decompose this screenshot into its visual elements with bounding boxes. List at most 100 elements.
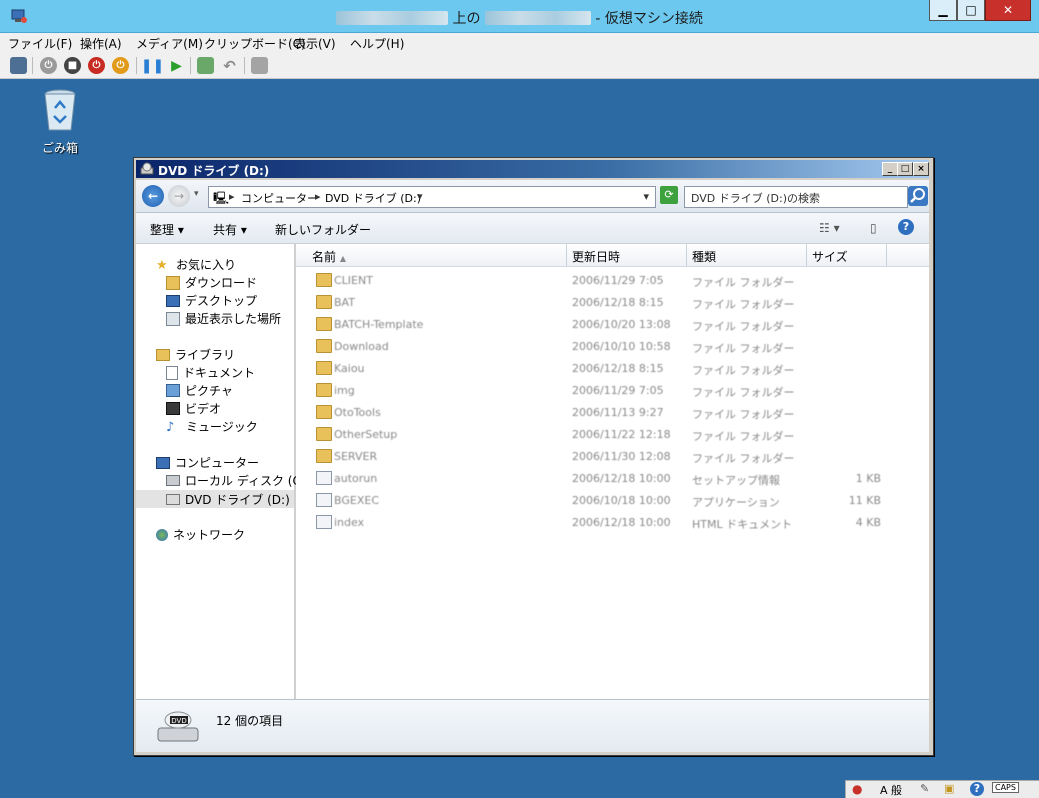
menu-view[interactable]: 表示(V) [294, 35, 336, 52]
help-icon[interactable]: ? [898, 219, 914, 235]
breadcrumb-drive[interactable]: DVD ドライブ (D:) [325, 190, 421, 206]
column-name[interactable]: 名前 ▲ [312, 248, 346, 265]
search-icon[interactable] [908, 186, 928, 206]
file-modified: 2006/12/18 8:15 [572, 362, 664, 375]
explorer-minimize-button[interactable]: _ [882, 162, 898, 176]
nav-videos[interactable]: ビデオ [166, 400, 221, 417]
file-modified: 2006/11/30 12:08 [572, 450, 671, 463]
caps-lock-indicator: CAPS [992, 782, 1019, 793]
address-dropdown-icon[interactable]: ▾ [643, 190, 649, 203]
nav-dvd-drive[interactable]: DVD ドライブ (D:) [136, 490, 294, 508]
file-size: 11 KB [848, 494, 881, 507]
file-row[interactable]: autorun 2006/12/18 10:00 セットアップ情報 1 KB [296, 468, 929, 490]
file-row[interactable]: BATCH-Template 2006/10/20 13:08 ファイル フォルダー [296, 314, 929, 336]
menu-file[interactable]: ファイル(F) [8, 35, 72, 52]
minimize-button[interactable]: ▁ [929, 0, 957, 21]
downloads-folder-icon [166, 275, 180, 290]
dvd-drive-icon [140, 162, 154, 175]
computer-icon [156, 456, 170, 469]
file-name: SERVER [334, 450, 378, 463]
nav-network[interactable]: ネットワーク [156, 526, 245, 543]
power-icon[interactable]: ⏻ [112, 57, 129, 74]
explorer-maximize-button[interactable]: □ [897, 162, 913, 176]
start-icon[interactable]: ⏻ [40, 57, 57, 74]
file-modified: 2006/10/18 10:00 [572, 494, 671, 507]
menu-clipboard[interactable]: クリップボード(C) [204, 35, 306, 52]
folder-icon [316, 273, 332, 287]
file-row[interactable]: Kaiou 2006/12/18 8:15 ファイル フォルダー [296, 358, 929, 380]
address-bar-row: ← → ▾ 🖳 ▸ コンピューター ▸ DVD ドライブ (D:) ▾ ▾ ⟳ … [136, 180, 929, 213]
ime-mode[interactable]: A 般 [880, 782, 902, 798]
checkpoint-icon[interactable] [197, 57, 214, 74]
forward-button[interactable]: → [168, 185, 190, 207]
nav-desktop[interactable]: デスクトップ [166, 292, 257, 309]
folder-icon [316, 405, 332, 419]
organize-button[interactable]: 整理 ▾ [150, 221, 184, 238]
nav-local-disk[interactable]: ローカル ディスク (C:) [166, 472, 310, 489]
search-input[interactable]: DVD ドライブ (D:)の検索 [684, 186, 908, 208]
recent-places-icon [166, 311, 180, 326]
file-size: 4 KB [855, 516, 881, 529]
file-type: ファイル フォルダー [692, 298, 795, 311]
nav-documents[interactable]: ドキュメント [166, 364, 255, 381]
recent-pages-dropdown-icon[interactable]: ▾ [194, 189, 199, 199]
file-row[interactable]: SERVER 2006/11/30 12:08 ファイル フォルダー [296, 446, 929, 468]
nav-downloads[interactable]: ダウンロード [166, 274, 257, 291]
nav-libraries[interactable]: ライブラリ [156, 346, 235, 363]
close-button[interactable]: ✕ [985, 0, 1031, 21]
file-modified: 2006/10/10 10:58 [572, 340, 671, 353]
column-modified[interactable]: 更新日時 [572, 248, 620, 265]
file-name: Download [334, 340, 389, 353]
file-row[interactable]: OtherSetup 2006/11/22 12:18 ファイル フォルダー [296, 424, 929, 446]
nav-recent-places[interactable]: 最近表示した場所 [166, 310, 281, 327]
explorer-titlebar: DVD ドライブ (D:) _ □ × [136, 160, 929, 178]
preview-pane-icon[interactable]: ▯ [870, 221, 877, 235]
nav-favorites[interactable]: ★ お気に入り [156, 256, 236, 273]
file-row[interactable]: BGEXEC 2006/10/18 10:00 アプリケーション 11 KB [296, 490, 929, 512]
file-row[interactable]: index 2006/12/18 10:00 HTML ドキュメント 4 KB [296, 512, 929, 534]
column-headers: 名前 ▲ 更新日時 種類 サイズ [296, 244, 929, 267]
file-modified: 2006/12/18 10:00 [572, 516, 671, 529]
address-box[interactable]: 🖳 ▸ コンピューター ▸ DVD ドライブ (D:) ▾ ▾ [208, 186, 656, 208]
menu-action[interactable]: 操作(A) [80, 35, 122, 52]
stop-icon[interactable]: ■ [64, 57, 81, 74]
ctrl-alt-del-icon[interactable] [10, 57, 27, 74]
ime-dictionary-icon[interactable]: ▣ [944, 782, 954, 795]
back-button[interactable]: ← [142, 185, 164, 207]
share-button[interactable]: 共有 ▾ [213, 221, 247, 238]
file-row[interactable]: OtoTools 2006/11/13 9:27 ファイル フォルダー [296, 402, 929, 424]
nav-music[interactable]: ♪ ミュージック [166, 418, 258, 435]
file-row[interactable]: Download 2006/10/10 10:58 ファイル フォルダー [296, 336, 929, 358]
shutdown-icon[interactable]: ⏻ [88, 57, 105, 74]
pause-icon[interactable]: ❚❚ [141, 57, 164, 74]
enhanced-session-icon[interactable] [251, 57, 268, 74]
folder-icon [316, 449, 332, 463]
file-row[interactable]: BAT 2006/12/18 8:15 ファイル フォルダー [296, 292, 929, 314]
system-tray: ● A 般 ✎ ▣ ? CAPS [845, 780, 1039, 798]
revert-icon[interactable]: ↶ [221, 57, 238, 75]
nav-pictures[interactable]: ピクチャ [166, 382, 233, 399]
file-row[interactable]: img 2006/11/29 7:05 ファイル フォルダー [296, 380, 929, 402]
explorer-title: DVD ドライブ (D:) [158, 164, 270, 178]
refresh-icon[interactable]: ⟳ [660, 186, 678, 204]
maximize-button[interactable]: □ [957, 0, 985, 21]
desktop-icon [166, 294, 180, 307]
new-folder-button[interactable]: 新しいフォルダー [275, 221, 371, 238]
recycle-bin[interactable]: ごみ箱 [34, 88, 86, 156]
navigation-pane: ★ お気に入り ダウンロード デスクトップ 最近表示した場所 ライブラリ ドキュメ… [136, 244, 310, 699]
nav-computer[interactable]: コンピューター [156, 454, 259, 471]
file-modified: 2006/10/20 13:08 [572, 318, 671, 331]
resume-icon[interactable]: ▶ [168, 57, 185, 74]
breadcrumb-computer[interactable]: コンピューター [241, 190, 318, 206]
column-type[interactable]: 種類 [692, 248, 716, 265]
view-options-icon[interactable]: ☷ ▾ [819, 221, 840, 235]
menu-media[interactable]: メディア(M) [136, 35, 203, 52]
explorer-close-button[interactable]: × [913, 162, 929, 176]
column-size[interactable]: サイズ [812, 248, 848, 265]
file-list-pane: 名前 ▲ 更新日時 種類 サイズ CLIENT 2006/11/29 7:05 ファ… [296, 244, 929, 699]
ime-tools-icon[interactable]: ✎ [920, 782, 929, 795]
ime-help-icon[interactable]: ? [970, 782, 984, 796]
menu-help[interactable]: ヘルプ(H) [350, 35, 404, 52]
ime-lang-icon[interactable]: ● [852, 782, 862, 796]
file-row[interactable]: CLIENT 2006/11/29 7:05 ファイル フォルダー [296, 270, 929, 292]
